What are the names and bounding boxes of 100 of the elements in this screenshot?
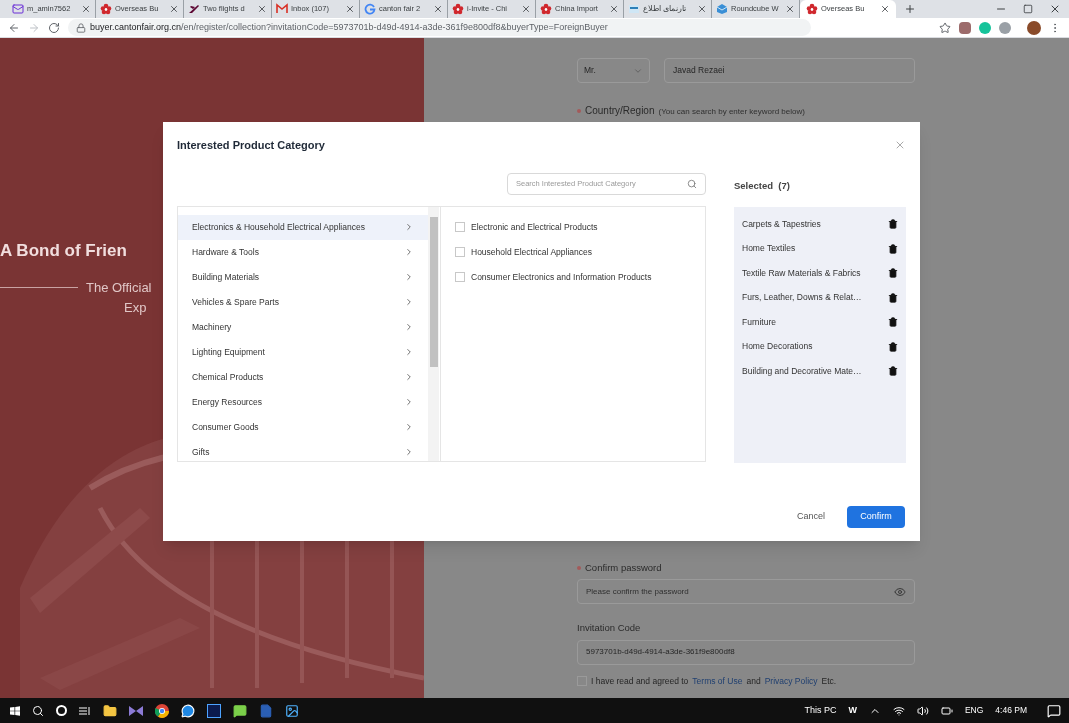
checkbox-label: Household Electrical Appliances bbox=[471, 245, 592, 259]
selected-item: Carpets & Tapestries bbox=[742, 217, 821, 231]
pdf-extension-icon[interactable] bbox=[959, 21, 971, 34]
confirm-password-label: Confirm password bbox=[585, 561, 662, 575]
flower-icon bbox=[100, 3, 112, 15]
name-field[interactable]: Javad Rezaei bbox=[664, 58, 915, 83]
trash-icon[interactable] bbox=[888, 366, 898, 376]
cortana-icon[interactable] bbox=[56, 705, 67, 716]
invitation-code-field[interactable]: 5973701b-d49d-4914-a3de-361f9e800df8 bbox=[577, 639, 915, 665]
trash-icon[interactable] bbox=[888, 317, 898, 327]
close-icon[interactable] bbox=[697, 4, 707, 14]
close-icon[interactable] bbox=[169, 4, 179, 14]
close-icon[interactable] bbox=[81, 4, 91, 14]
url-text: buyer.cantonfair.org.cn/en/register/collection?invitationCode=5973701b-d49d-4914-a3de-361f9e800df8&buyerType=ForeignBuyer bbox=[90, 20, 608, 34]
category-item[interactable]: Gifts bbox=[178, 439, 428, 465]
trash-icon[interactable] bbox=[888, 268, 898, 278]
chat-icon[interactable] bbox=[181, 703, 195, 718]
star-icon[interactable] bbox=[939, 21, 951, 34]
checkbox[interactable] bbox=[455, 222, 465, 232]
chevron-right-icon bbox=[404, 422, 414, 432]
category-item[interactable]: Energy Resources bbox=[178, 389, 428, 415]
language-indicator[interactable]: ENG bbox=[964, 704, 984, 717]
envelope-icon bbox=[12, 3, 24, 15]
cube-icon bbox=[716, 3, 728, 15]
toolbar-label[interactable]: This PC bbox=[804, 703, 837, 718]
selected-item: Home Textiles bbox=[742, 242, 796, 255]
checkbox[interactable] bbox=[455, 247, 465, 257]
folder-icon[interactable] bbox=[103, 703, 117, 718]
hero-subline: The Official bbox=[86, 278, 152, 297]
chevron-right-icon bbox=[404, 397, 414, 407]
category-item[interactable]: Building Materials bbox=[178, 264, 428, 290]
hero-headline: A Bond of Frien bbox=[0, 240, 127, 262]
invitation-code-label: Invitation Code bbox=[577, 621, 642, 636]
selected-item: Textile Raw Materials & Fabrics bbox=[742, 266, 861, 280]
close-icon[interactable] bbox=[880, 4, 890, 14]
trash-icon[interactable] bbox=[888, 219, 898, 229]
trash-icon[interactable] bbox=[888, 341, 898, 352]
confirm-button[interactable]: Confirm bbox=[847, 506, 905, 528]
reload-icon[interactable] bbox=[48, 21, 60, 34]
chevron-right-icon bbox=[404, 447, 414, 457]
country-hint: (You can search by enter keyword below) bbox=[658, 106, 805, 118]
close-icon[interactable] bbox=[609, 4, 619, 14]
scrollbar-thumb[interactable] bbox=[429, 216, 438, 367]
category-item[interactable]: Chemical Products bbox=[178, 364, 428, 390]
network-icon[interactable] bbox=[892, 704, 905, 717]
cancel-button[interactable]: Cancel bbox=[793, 506, 829, 528]
clock[interactable]: 4:46 PM bbox=[995, 704, 1027, 717]
selected-heading: Selected (7) bbox=[734, 178, 791, 193]
address-bar[interactable]: buyer.cantonfair.org.cn/en/register/collection?invitationCode=5973701b-d49d-4914-a3de-361f9e800df8&buyerType=ForeignBuyer bbox=[68, 19, 811, 36]
country-label: Country/Region bbox=[585, 104, 655, 118]
close-icon[interactable] bbox=[521, 4, 531, 14]
search-icon[interactable] bbox=[32, 704, 44, 717]
task-view-icon[interactable] bbox=[79, 705, 91, 716]
category-item[interactable]: Machinery bbox=[178, 314, 428, 340]
globe-extension-icon[interactable] bbox=[999, 21, 1011, 34]
flower-icon bbox=[452, 3, 464, 15]
search-icon bbox=[687, 178, 697, 189]
toolbar-label[interactable]: W bbox=[848, 703, 857, 718]
close-icon[interactable] bbox=[433, 4, 443, 14]
close-icon[interactable] bbox=[257, 4, 267, 14]
category-item[interactable]: Lighting Equipment bbox=[178, 339, 428, 365]
chevron-right-icon bbox=[404, 247, 414, 257]
and-text: and bbox=[746, 674, 761, 688]
bow-icon[interactable] bbox=[129, 704, 143, 717]
site-icon bbox=[628, 3, 640, 15]
trash-icon[interactable] bbox=[888, 243, 898, 254]
back-icon[interactable] bbox=[8, 21, 20, 34]
category-item[interactable]: Electronics & Household Electrical Appliances bbox=[178, 214, 428, 240]
category-item[interactable]: Vehicles & Spare Parts bbox=[178, 289, 428, 315]
category-item[interactable]: Hardware & Tools bbox=[178, 239, 428, 265]
photos-icon[interactable] bbox=[285, 703, 299, 718]
agree-text: I have read and agreed to bbox=[591, 674, 689, 688]
eye-icon[interactable] bbox=[894, 585, 906, 598]
notifications-icon[interactable] bbox=[1047, 703, 1061, 718]
dialog-title: Interested Product Category bbox=[177, 138, 325, 153]
chrome-icon[interactable] bbox=[155, 703, 169, 718]
volume-icon[interactable] bbox=[916, 704, 929, 717]
new-tab-icon[interactable] bbox=[904, 3, 916, 15]
confirm-password-field[interactable]: Please confirm the password bbox=[577, 579, 915, 605]
close-icon[interactable] bbox=[345, 4, 355, 14]
speech-bubbles-icon[interactable] bbox=[233, 703, 247, 718]
category-item[interactable]: Consumer Goods bbox=[178, 414, 428, 440]
battery-icon[interactable] bbox=[940, 704, 953, 717]
checkbox[interactable] bbox=[455, 272, 465, 282]
hero-subline: Exp bbox=[124, 299, 147, 317]
chevron-right-icon bbox=[404, 347, 414, 357]
close-icon[interactable] bbox=[1049, 3, 1061, 15]
salutation-select[interactable]: Mr. bbox=[577, 58, 650, 83]
chevron-right-icon bbox=[404, 272, 414, 282]
etc-text: Etc. bbox=[821, 674, 837, 688]
avatar[interactable] bbox=[1027, 20, 1041, 35]
scrollbar[interactable] bbox=[428, 206, 439, 461]
lock-icon bbox=[76, 22, 86, 33]
maximize-icon[interactable] bbox=[1023, 4, 1033, 14]
document-icon[interactable] bbox=[259, 703, 273, 718]
windows-icon[interactable] bbox=[10, 705, 20, 716]
gmail-icon bbox=[276, 3, 288, 15]
trash-icon[interactable] bbox=[888, 292, 898, 303]
checkbox-label: Electronic and Electrical Products bbox=[471, 220, 598, 234]
close-icon[interactable] bbox=[785, 4, 795, 14]
